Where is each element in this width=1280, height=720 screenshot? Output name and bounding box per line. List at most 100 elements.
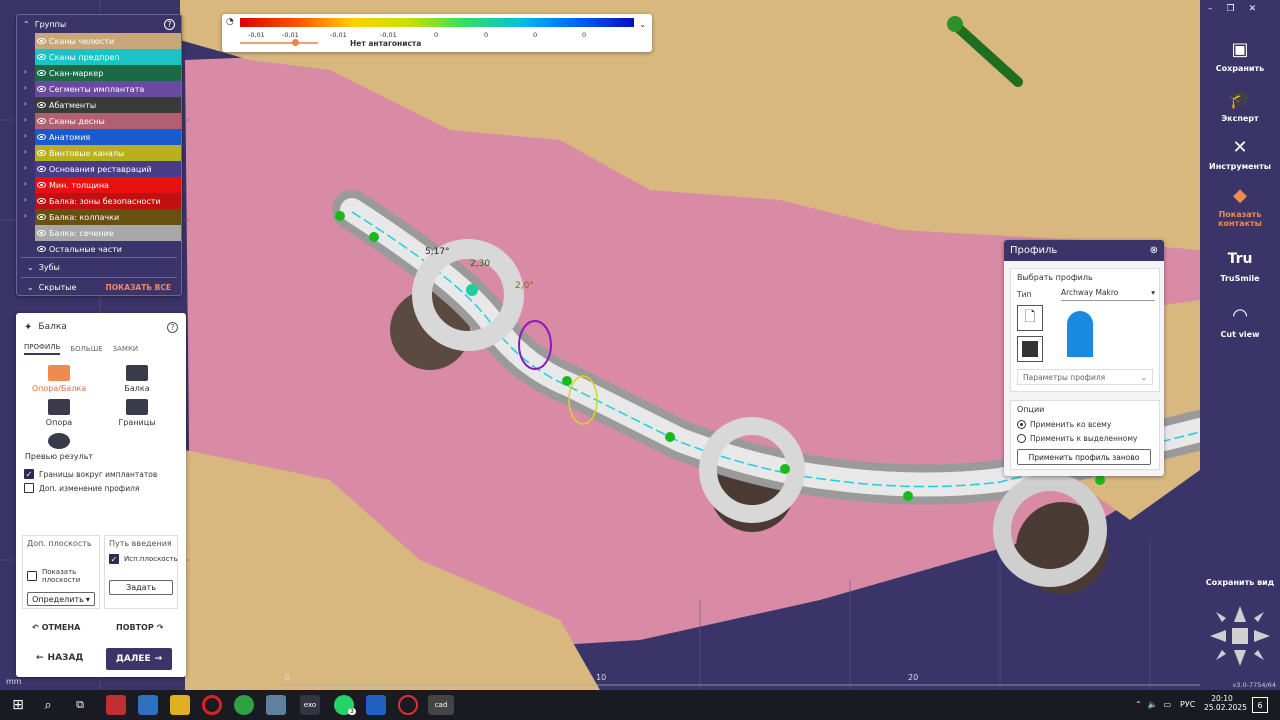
checkbox-checked[interactable]: ✓ (109, 554, 119, 564)
eye-icon[interactable] (37, 86, 46, 92)
checkbox-unchecked[interactable] (24, 483, 34, 493)
group-row[interactable]: › Балка: зоны безопасности (17, 193, 181, 209)
tab-profile[interactable]: ПРОФИЛЬ (24, 343, 61, 355)
eye-icon[interactable] (37, 150, 46, 156)
type-select[interactable]: Archway Makro ▾ (1061, 288, 1155, 301)
chevron-right-icon[interactable]: › (24, 68, 27, 76)
profile-change-checkbox[interactable]: Доп. изменение профиля (16, 481, 186, 495)
group-row[interactable]: › Абатменты (17, 97, 181, 113)
trusmile-button[interactable]: Tru TruSmile (1200, 248, 1280, 283)
show-contacts-button[interactable]: ◆ Показать контакты (1200, 184, 1280, 229)
app-icon-red[interactable] (106, 695, 126, 715)
folder-icon[interactable] (170, 695, 190, 715)
group-row[interactable]: Балка: сечение (17, 225, 181, 241)
chevron-right-icon[interactable]: › (24, 132, 27, 140)
next-button[interactable]: ДАЛЕЕ → (106, 648, 172, 670)
group-row[interactable]: Остальные части (17, 241, 181, 257)
tool-bar[interactable]: Балка (98, 365, 176, 393)
implant-borders-checkbox[interactable]: ✓ Границы вокруг имплантатов (16, 467, 186, 481)
tool-borders[interactable]: Границы (98, 399, 176, 427)
tab-locks[interactable]: ЗАМКИ (113, 345, 139, 355)
group-row[interactable]: › Балка: колпачки (17, 209, 181, 225)
group-row[interactable]: › Основания реставраций (17, 161, 181, 177)
windows-start-icon[interactable]: ⊞ (8, 695, 28, 715)
radio-unselected[interactable] (1017, 434, 1026, 443)
back-button[interactable]: ← НАЗАД (36, 653, 83, 663)
minimize-icon[interactable]: – (1208, 4, 1213, 14)
tools-button[interactable]: ✕ Инструменты (1200, 136, 1280, 172)
clock[interactable]: 20:10 25.02.2025 (1204, 694, 1247, 712)
group-row[interactable]: › Винтовые каналы (17, 145, 181, 161)
set-button[interactable]: Задать (109, 580, 173, 595)
eye-icon[interactable] (37, 230, 46, 236)
cancel-button[interactable]: ↶ ОТМЕНА (32, 623, 80, 632)
checkbox-unchecked[interactable] (27, 571, 37, 581)
eye-icon[interactable] (37, 38, 46, 44)
chrome-icon[interactable] (234, 695, 254, 715)
eye-icon[interactable] (37, 198, 46, 204)
group-row[interactable]: › Мин. толщина (17, 177, 181, 193)
chevron-right-icon[interactable]: › (24, 212, 27, 220)
checkbox-checked[interactable]: ✓ (24, 469, 34, 479)
restore-icon[interactable]: ❐ (1227, 4, 1235, 14)
groups-header[interactable]: ⌃ Группы ? (17, 15, 181, 33)
eye-icon[interactable] (37, 102, 46, 108)
radio-selected[interactable] (1017, 420, 1026, 429)
tool-support[interactable]: Опора (20, 399, 98, 427)
tool-preview[interactable]: Превью результ (20, 433, 98, 461)
app-icon-arrow[interactable] (366, 695, 386, 715)
eye-icon[interactable] (37, 166, 46, 172)
3d-viewport[interactable]: 5,17° 2,30 2,0° 0 10 20 mm ◔ -0,01 -0,01… (0, 0, 1200, 690)
eye-icon[interactable] (37, 118, 46, 124)
group-row[interactable]: Сканы предпреп (17, 49, 181, 65)
eye-icon[interactable] (37, 182, 46, 188)
search-icon[interactable]: ⌕ (38, 695, 58, 715)
redo-button[interactable]: ПОВТОР ↷ (116, 623, 163, 632)
save-view-button[interactable]: Сохранить вид (1200, 578, 1280, 587)
expert-button[interactable]: 🎓 Эксперт (1200, 88, 1280, 124)
show-all-button[interactable]: ПОКАЗАТЬ ВСЕ (105, 283, 171, 292)
opera-icon[interactable] (202, 695, 222, 715)
tab-more[interactable]: БОЛЬШЕ (70, 345, 102, 355)
eye-icon[interactable] (37, 54, 46, 60)
cut-view-button[interactable]: ◠ Cut view (1200, 304, 1280, 340)
define-dropdown[interactable]: Определить ▾ (27, 592, 95, 606)
chevron-right-icon[interactable]: › (24, 180, 27, 188)
group-row[interactable]: Сканы челюсти (17, 33, 181, 49)
save-profile-icon[interactable] (1017, 336, 1043, 362)
chevron-right-icon[interactable]: › (24, 196, 27, 204)
network-icon[interactable]: ▭ (1164, 700, 1172, 709)
app-icon-doc[interactable] (266, 695, 286, 715)
new-file-icon[interactable]: 🗋 (1017, 305, 1043, 331)
show-planes-checkbox[interactable]: Показать плоскости (23, 568, 96, 584)
view-cube-icon[interactable] (1208, 604, 1272, 668)
eye-icon[interactable] (37, 214, 46, 220)
exocad-icon[interactable]: exo (300, 695, 320, 715)
apply-all-radio[interactable]: Применить ко всему (1017, 420, 1111, 429)
group-row[interactable]: › Сегменты имплантата (17, 81, 181, 97)
chevron-down-icon[interactable]: ⌄ (27, 263, 34, 272)
eye-icon[interactable] (37, 70, 46, 76)
help-icon[interactable]: ? (164, 18, 175, 30)
group-row[interactable]: › Скан-маркер (17, 65, 181, 81)
chevron-right-icon[interactable]: › (24, 100, 27, 108)
close-icon[interactable]: ⊗ (1150, 245, 1158, 256)
speaker-icon[interactable]: 🔈 (1148, 700, 1158, 709)
cad-app-icon[interactable]: cad (428, 695, 454, 715)
save-button[interactable]: ▣ Сохранить (1200, 38, 1280, 74)
chevron-right-icon[interactable]: › (24, 84, 27, 92)
notifications-icon[interactable]: 6 (1252, 697, 1268, 713)
app-icon-blue[interactable] (138, 695, 158, 715)
legend-slider[interactable] (240, 42, 318, 44)
help-icon[interactable]: ? (167, 321, 178, 333)
legend-slider-thumb[interactable] (292, 39, 299, 46)
use-plane-checkbox[interactable]: ✓ Исп.плоскость (105, 554, 178, 564)
chevron-right-icon[interactable]: › (24, 148, 27, 156)
chevron-right-icon[interactable]: › (24, 116, 27, 124)
group-row[interactable]: › Анатомия (17, 129, 181, 145)
chevron-up-icon[interactable]: ⌃ (1135, 700, 1142, 709)
task-view-icon[interactable]: ⧉ (70, 695, 90, 715)
profile-params-dropdown[interactable]: Параметры профиля ⌄ (1017, 369, 1153, 385)
language-indicator[interactable]: РУС (1180, 700, 1195, 709)
apply-selected-radio[interactable]: Применить к выделенному (1017, 434, 1137, 443)
